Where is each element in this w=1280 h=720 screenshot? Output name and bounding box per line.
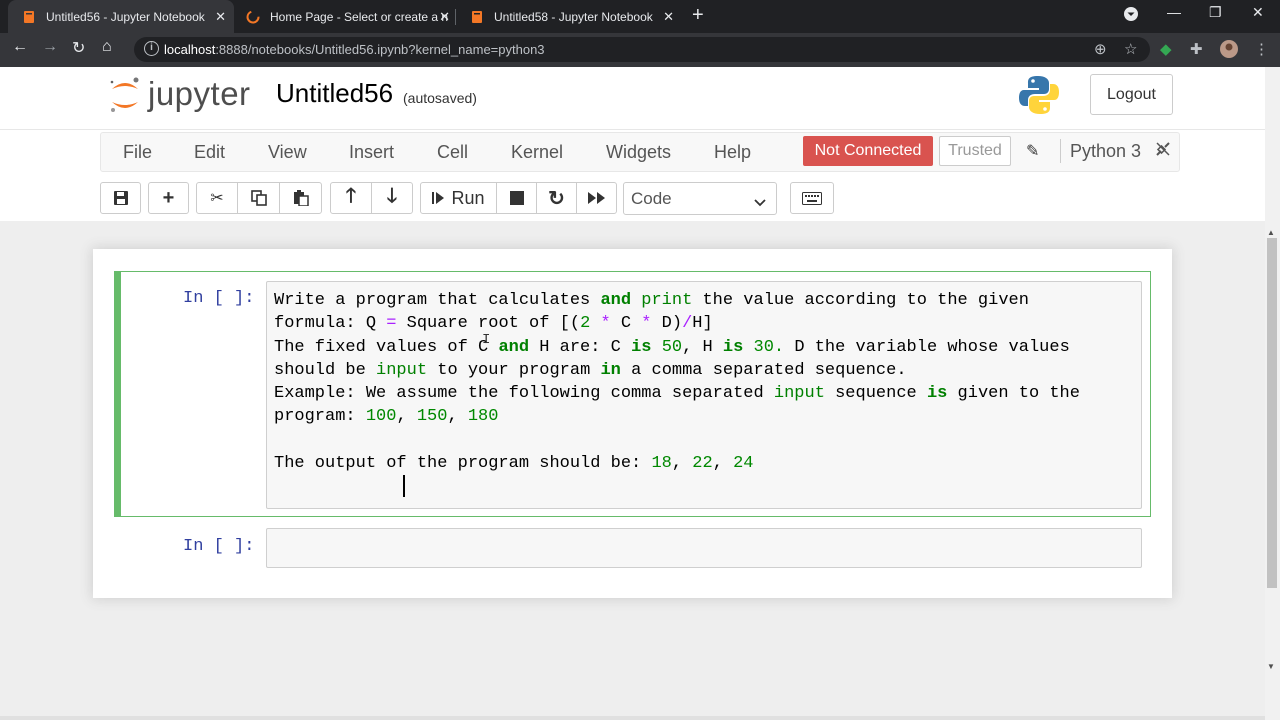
menu-view[interactable]: View <box>268 142 307 163</box>
code-line: The output of the program should be: 18,… <box>274 454 754 474</box>
run-label: Run <box>451 187 485 208</box>
step-forward-icon <box>432 191 445 205</box>
add-cell-button[interactable]: + <box>148 182 189 214</box>
notebook-title[interactable]: Untitled56 <box>276 78 393 109</box>
browser-tab-untitled58[interactable]: Untitled58 - Jupyter Notebook ✕ <box>456 0 682 33</box>
tab-title: Untitled58 - Jupyter Notebook <box>494 9 653 24</box>
autosave-status: (autosaved) <box>403 90 477 106</box>
keyboard-icon <box>802 191 822 205</box>
paste-icon <box>293 190 309 206</box>
code-content[interactable]: Write a program that calculates and prin… <box>274 289 1080 475</box>
fast-forward-icon <box>587 192 605 204</box>
browser-tab-untitled56[interactable]: Untitled56 - Jupyter Notebook ✕ <box>8 0 234 33</box>
menu-cell[interactable]: Cell <box>437 142 468 163</box>
run-button[interactable]: Run <box>420 182 497 214</box>
browser-tab-home[interactable]: Home Page - Select or create a n ✕ <box>232 0 458 33</box>
menu-help[interactable]: Help <box>714 142 751 163</box>
forward-icon[interactable]: → <box>42 38 58 56</box>
menu-insert[interactable]: Insert <box>349 142 394 163</box>
kernel-name[interactable]: Python 3 <box>1070 141 1141 162</box>
copy-button[interactable] <box>237 182 280 214</box>
extension-icon[interactable]: ◆ <box>1160 40 1172 58</box>
chevron-down-icon <box>754 193 766 213</box>
kernel-divider <box>1060 139 1061 163</box>
close-tab-icon[interactable]: ✕ <box>215 9 226 25</box>
save-button[interactable] <box>100 182 141 214</box>
home-icon[interactable]: ⌂ <box>102 38 112 56</box>
command-palette-button[interactable] <box>790 182 834 214</box>
jupyter-wordmark[interactable]: jupyter <box>148 75 251 113</box>
loading-favicon-icon <box>246 10 260 24</box>
profile-icon[interactable] <box>1220 40 1238 62</box>
code-line: program: 100, 150, 180 <box>274 407 499 427</box>
copy-icon <box>250 190 267 206</box>
arrow-down-icon: 🡓 <box>386 185 398 207</box>
code-line: Write a program that calculates and prin… <box>274 291 1029 310</box>
close-window-icon[interactable]: ✕ <box>1252 4 1264 21</box>
stop-icon <box>509 191 524 205</box>
profile-dropdown-icon[interactable] <box>1124 7 1138 24</box>
logout-button[interactable]: Logout <box>1090 74 1173 115</box>
save-icon <box>113 191 128 205</box>
move-down-button[interactable]: 🡓 <box>371 182 413 214</box>
menu-kernel[interactable]: Kernel <box>511 142 563 163</box>
empty-code-editor[interactable] <box>266 528 1142 568</box>
code-line: Example: We assume the following comma s… <box>274 384 1080 404</box>
url-text[interactable]: localhost:8888/notebooks/Untitled56.ipyn… <box>164 42 545 57</box>
trusted-indicator[interactable]: Trusted <box>939 136 1011 166</box>
menu-file[interactable]: File <box>123 142 152 163</box>
code-line: The fixed values of C and H are: C is 50… <box>274 337 1070 357</box>
code-line: should be input to your program in a com… <box>274 360 907 380</box>
menu-icon[interactable]: ⋮ <box>1254 40 1269 58</box>
python-logo-icon <box>1018 74 1060 121</box>
cell-edit-mode-bar <box>114 271 121 517</box>
code-line: formula: Q = Square root of [(2 * C * D)… <box>274 314 713 334</box>
zoom-icon[interactable]: ⊕ <box>1094 40 1107 58</box>
cut-button[interactable]: ✂ <box>196 182 238 214</box>
restart-icon: ↻ <box>548 187 565 210</box>
plus-icon: + <box>162 186 175 209</box>
bottom-edge <box>0 716 1265 720</box>
jupyter-favicon-icon <box>22 10 36 24</box>
connection-status-badge[interactable]: Not Connected <box>803 136 933 166</box>
star-icon[interactable]: ☆ <box>1124 40 1137 58</box>
restart-kernel-button[interactable]: ↻ <box>536 182 577 214</box>
interrupt-button[interactable] <box>496 182 537 214</box>
jupyter-favicon-icon <box>470 10 484 24</box>
info-icon[interactable]: i <box>144 41 159 56</box>
back-icon[interactable]: ← <box>12 38 28 56</box>
tab-title: Untitled56 - Jupyter Notebook <box>46 9 205 24</box>
scroll-up-icon[interactable]: ▲ <box>1267 228 1275 237</box>
tab-title: Home Page - Select or create a n <box>270 9 449 24</box>
cell-type-select[interactable]: Code <box>623 182 777 215</box>
close-tab-icon[interactable]: ✕ <box>663 9 674 25</box>
new-tab-icon[interactable]: + <box>692 4 704 27</box>
restart-run-all-button[interactable] <box>576 182 617 214</box>
scroll-down-icon[interactable]: ▼ <box>1267 662 1275 671</box>
scrollbar-thumb[interactable] <box>1267 238 1277 588</box>
mouse-ibeam-icon: I <box>482 332 491 348</box>
close-tab-icon[interactable]: ✕ <box>439 9 450 25</box>
edit-mode-pencil-icon: ✎ <box>1026 143 1040 160</box>
input-prompt: In [ ]: <box>183 537 255 556</box>
reload-icon[interactable]: ↻ <box>72 38 85 58</box>
kernel-disconnected-icon <box>1154 140 1172 163</box>
puzzle-icon[interactable]: ✚ <box>1190 40 1203 58</box>
move-up-button[interactable]: 🡑 <box>330 182 372 214</box>
input-prompt: In [ ]: <box>183 289 255 308</box>
menu-widgets[interactable]: Widgets <box>606 142 671 163</box>
paste-button[interactable] <box>279 182 322 214</box>
jupyter-logo-icon[interactable] <box>106 75 146 115</box>
menu-edit[interactable]: Edit <box>194 142 225 163</box>
text-cursor <box>403 475 405 497</box>
scissors-icon: ✂ <box>210 190 224 207</box>
restore-icon[interactable]: ❐ <box>1209 4 1222 21</box>
cell-type-value: Code <box>631 188 672 208</box>
arrow-up-icon: 🡑 <box>345 185 357 207</box>
minimize-icon[interactable]: — <box>1167 4 1181 20</box>
